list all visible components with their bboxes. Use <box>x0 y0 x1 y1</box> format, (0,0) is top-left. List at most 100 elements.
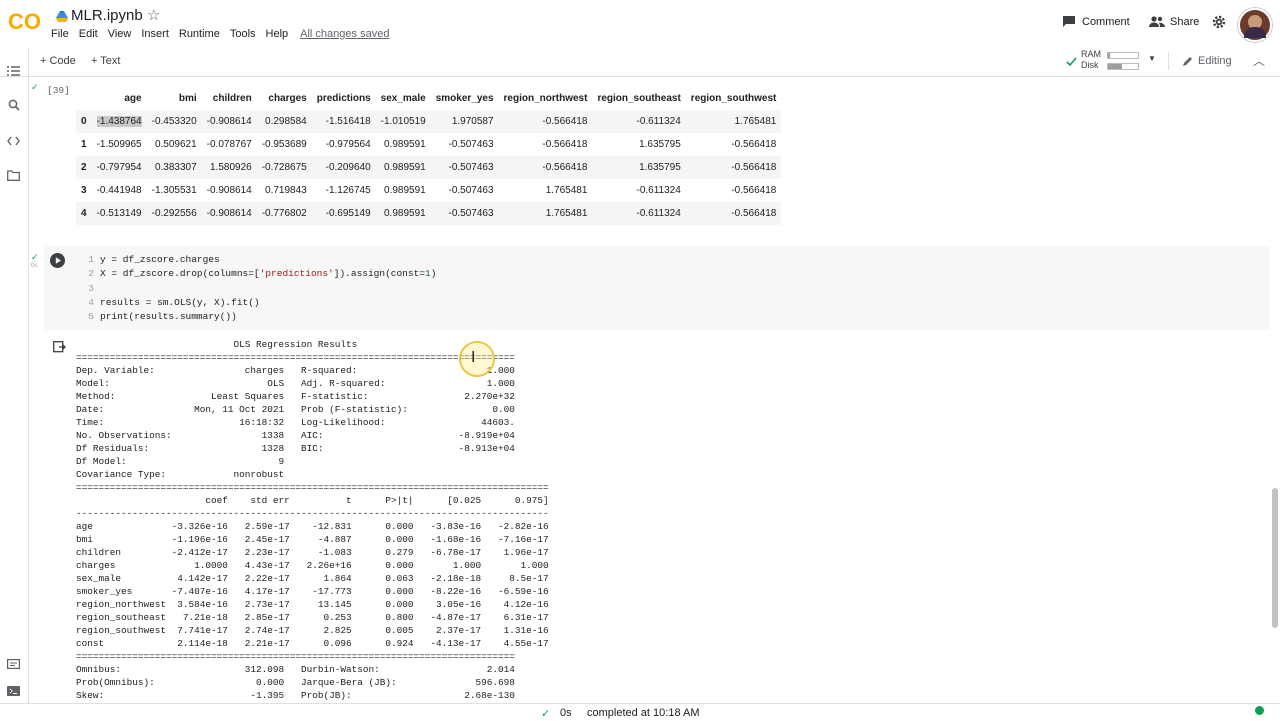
table-cell: 1.635795 <box>639 139 681 150</box>
ols-summary-output: OLS Regression Results =================… <box>76 339 549 701</box>
code-line-5: 5 print(results.summary()) <box>88 311 237 323</box>
table-cell: -0.908614 <box>201 110 257 133</box>
table-cell: -0.566418 <box>731 139 777 150</box>
table-of-contents-icon[interactable] <box>7 64 20 82</box>
menu-file[interactable]: File <box>51 28 69 40</box>
column-header: sex_male <box>380 93 426 104</box>
run-cell-button[interactable] <box>50 253 65 268</box>
star-icon[interactable]: ☆ <box>147 6 160 24</box>
table-row: 0 -1.438764 -0.453320 -0.908614 0.298584… <box>76 110 782 133</box>
table-cell: 0.989591 <box>375 202 431 225</box>
row-index: 0 <box>76 110 92 133</box>
top-bar: CO MLR.ipynb ☆ File Edit View Insert Run… <box>0 0 1280 48</box>
play-icon <box>55 257 61 264</box>
menu-tools[interactable]: Tools <box>230 28 256 40</box>
pencil-icon <box>1182 54 1194 72</box>
left-sidebar <box>0 48 29 720</box>
check-icon <box>1066 54 1077 72</box>
share-button[interactable]: Share <box>1149 15 1199 33</box>
text-cursor-icon: I <box>471 348 476 366</box>
table-cell: -0.566418 <box>731 185 777 196</box>
table-cell: -0.611324 <box>592 202 686 225</box>
comment-icon <box>1063 16 1075 27</box>
table-cell: 0.989591 <box>375 156 431 179</box>
table-cell: -0.979564 <box>325 139 371 150</box>
table-cell: -0.908614 <box>201 202 257 225</box>
table-cell: 1.635795 <box>592 156 686 179</box>
table-cell: -0.513149 <box>91 202 147 225</box>
column-header: bmi <box>178 93 197 104</box>
cell1-exec-count: [39] <box>47 85 70 96</box>
disk-label: Disk <box>1081 60 1099 70</box>
code-editor[interactable]: 1y = df_zscore.charges 2X = df_zscore.dr… <box>84 253 436 324</box>
table-cell: -1.126745 <box>325 185 371 196</box>
table-cell: -0.953689 <box>261 139 307 150</box>
notebook-title-text[interactable]: MLR.ipynb <box>71 7 143 24</box>
files-folder-icon[interactable] <box>7 168 20 186</box>
code-line-1: 1y = df_zscore.charges <box>88 254 220 265</box>
column-header: region_northwest <box>503 93 588 104</box>
search-icon[interactable] <box>8 98 20 116</box>
menu-help[interactable]: Help <box>266 28 289 40</box>
table-cell: -1.509965 <box>96 139 142 150</box>
scrollbar-thumb[interactable] <box>1272 488 1278 628</box>
ram-label: RAM <box>1081 49 1101 59</box>
settings-gear-icon[interactable] <box>1212 15 1226 34</box>
menu-edit[interactable]: Edit <box>79 28 98 40</box>
table-cell: -0.507463 <box>430 202 499 225</box>
status-bar: ✓ 0s completed at 10:18 AM <box>0 703 1280 721</box>
menu-insert[interactable]: Insert <box>141 28 169 40</box>
status-check-icon: ✓ <box>541 708 551 720</box>
cell2-exec-time: 0s <box>31 263 38 269</box>
table-cell: -0.507463 <box>448 185 494 196</box>
column-header: region_southwest <box>690 93 777 104</box>
notebook-title[interactable]: MLR.ipynb <box>71 7 143 24</box>
table-cell: -1.010519 <box>375 110 431 133</box>
table-cell: -1.305531 <box>151 185 197 196</box>
command-palette-icon[interactable] <box>7 656 21 674</box>
table-cell: 1.765481 <box>685 110 782 133</box>
table-cell: -0.728675 <box>256 156 312 179</box>
terminal-icon[interactable] <box>7 683 20 701</box>
save-status[interactable]: All changes saved <box>300 28 389 40</box>
table-cell: -0.292556 <box>146 202 202 225</box>
add-text-button[interactable]: + Text <box>91 55 120 67</box>
selected-text[interactable]: -1.438764 <box>96 116 142 127</box>
dataframe-table: age bmi children charges predictions sex… <box>76 87 782 225</box>
table-cell: -0.078767 <box>206 139 252 150</box>
column-header: children <box>212 93 252 104</box>
table-cell: 1.580926 <box>201 156 257 179</box>
comment-button[interactable]: Comment <box>1062 15 1130 33</box>
colab-logo[interactable]: CO <box>8 8 42 34</box>
resources-dropdown-icon[interactable]: ▼ <box>1148 54 1156 63</box>
table-cell: 1.765481 <box>545 185 588 196</box>
table-cell: -0.566418 <box>498 110 593 133</box>
drive-icon[interactable] <box>56 9 68 27</box>
menu-view[interactable]: View <box>108 28 132 40</box>
table-cell: -0.441948 <box>96 185 142 196</box>
table-header-row: age bmi children charges predictions sex… <box>76 87 781 110</box>
collapse-header-icon[interactable]: ︿ <box>1253 52 1265 69</box>
status-exec-time: 0s <box>560 707 572 719</box>
code-snippets-icon[interactable] <box>7 133 20 151</box>
avatar[interactable] <box>1238 8 1272 42</box>
index-header <box>76 87 92 110</box>
table-cell: -0.453320 <box>146 110 202 133</box>
resource-labels[interactable]: RAM Disk <box>1081 49 1101 71</box>
table-cell[interactable]: -1.438764 <box>91 110 147 133</box>
code-line-3: 3 <box>88 282 94 294</box>
add-code-button[interactable]: + Code <box>40 55 76 67</box>
editing-mode[interactable]: Editing <box>1198 55 1232 67</box>
status-completed: completed at 10:18 AM <box>587 707 700 719</box>
menu-runtime[interactable]: Runtime <box>179 28 220 40</box>
runtime-status-dot <box>1255 706 1264 715</box>
share-label: Share <box>1170 16 1200 28</box>
code-line-4: 4 results = sm.OLS(y, X).fit() <box>88 296 260 308</box>
cell2-run-check-icon: ✓ <box>31 252 39 262</box>
output-actions-icon[interactable] <box>53 340 66 358</box>
code-cell[interactable]: 1y = df_zscore.charges 2X = df_zscore.dr… <box>44 246 1270 330</box>
table-cell: -0.611324 <box>636 185 681 196</box>
notebook-toolbar: + Code + Text RAM Disk ▼ Editing ︿ <box>0 48 1280 77</box>
table-cell: -0.611324 <box>592 110 686 133</box>
table-cell: 0.509621 <box>154 139 197 150</box>
